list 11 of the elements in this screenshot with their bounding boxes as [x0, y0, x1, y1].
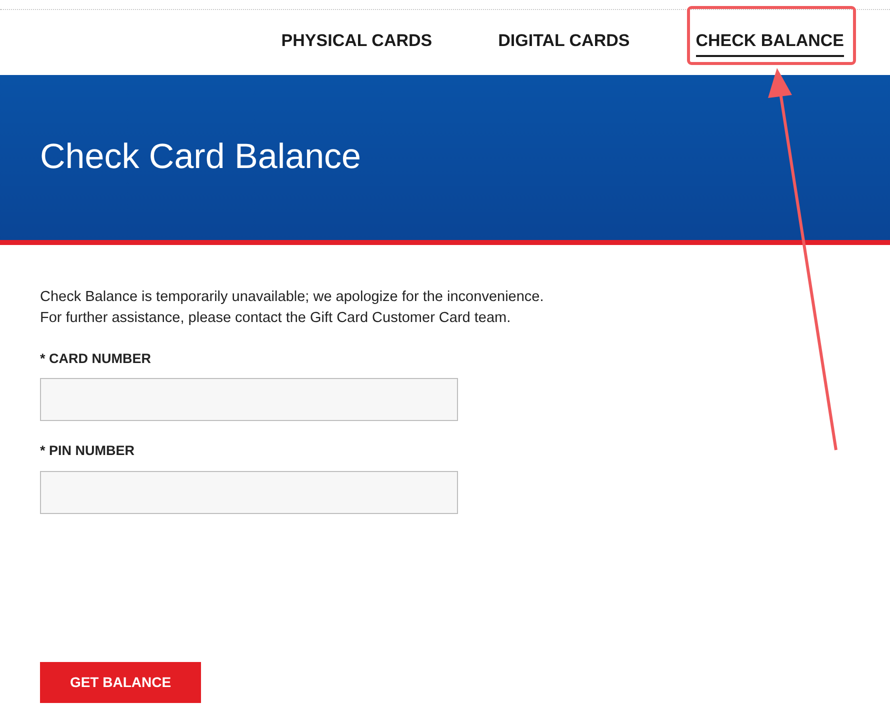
nav-tab[interactable]: DIGITAL CARDS [498, 28, 630, 58]
get-balance-button[interactable]: GET BALANCE [40, 662, 201, 702]
field-label: * CARD NUMBER [40, 350, 152, 368]
field-label: * PIN NUMBER [40, 442, 136, 460]
page-title: Check Card Balance [40, 136, 361, 178]
notice-text: For further assistance, please contact the Gift Card Customer Card team. [40, 309, 512, 328]
nav-tab[interactable]: PHYSICAL CARDS [281, 28, 432, 58]
nav-tab[interactable]: CHECK BALANCE [696, 28, 844, 58]
input-field[interactable] [40, 378, 458, 422]
notice-text: Check Balance is temporarily unavailable; we apologize for the inconvenience. [40, 288, 545, 307]
input-field[interactable] [40, 470, 458, 514]
